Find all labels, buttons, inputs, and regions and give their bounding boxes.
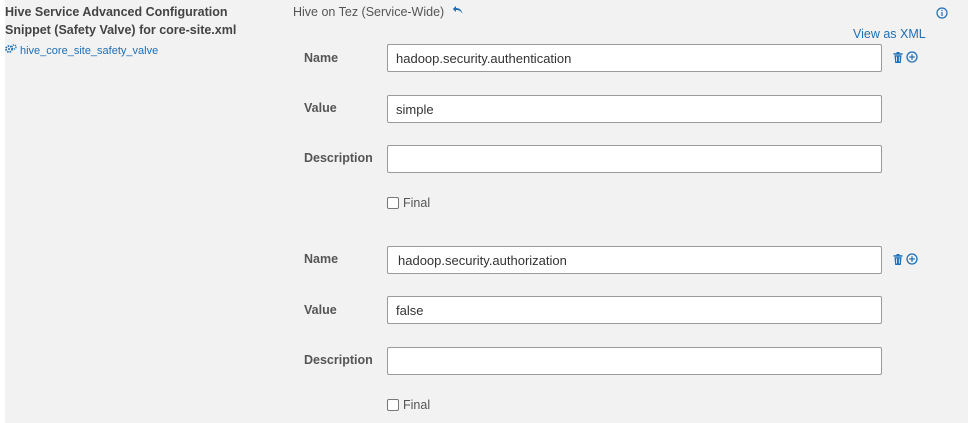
entry-1-final-checkbox[interactable] <box>387 197 399 209</box>
add-circle-icon[interactable] <box>906 51 918 63</box>
property-key-text: hive_core_site_safety_valve <box>20 44 159 57</box>
entry-2-final-option: Final <box>387 398 430 412</box>
property-title: Hive Service Advanced Configuration Snip… <box>5 5 237 37</box>
description-label: Description <box>304 151 373 165</box>
name-label: Name <box>304 51 339 65</box>
entry-2-value-input[interactable] <box>387 296 882 324</box>
property-key-link[interactable]: hive_core_site_safety_valve <box>5 44 158 57</box>
trash-icon[interactable] <box>893 51 903 63</box>
undo-arrow-icon[interactable] <box>452 5 464 19</box>
scope-indicator: Hive on Tez (Service-Wide) <box>293 5 464 19</box>
entry-2-description-input[interactable] <box>387 347 882 375</box>
entry-2-actions <box>893 253 918 265</box>
view-as-xml-link[interactable]: View as XML <box>853 27 926 41</box>
entry-1-description-input[interactable] <box>387 145 882 173</box>
final-label: Final <box>403 196 431 210</box>
gears-icon <box>5 44 17 57</box>
scope-label: Hive on Tez (Service-Wide) <box>293 5 445 19</box>
property-label-panel <box>5 0 287 423</box>
entry-2-name-input[interactable] <box>387 246 882 274</box>
value-label: Value <box>304 101 337 115</box>
final-label: Final <box>403 398 431 412</box>
add-circle-icon[interactable] <box>906 253 918 265</box>
value-label: Value <box>304 303 337 317</box>
entry-1-final-option: Final <box>387 196 430 210</box>
description-label: Description <box>304 353 373 367</box>
info-icon[interactable] <box>936 6 948 19</box>
entry-1-name-input[interactable] <box>387 44 882 72</box>
name-label: Name <box>304 252 339 266</box>
entry-2-final-checkbox[interactable] <box>387 399 399 411</box>
entry-1-actions <box>893 51 918 63</box>
entry-1-value-input[interactable] <box>387 95 882 123</box>
trash-icon[interactable] <box>893 253 903 265</box>
